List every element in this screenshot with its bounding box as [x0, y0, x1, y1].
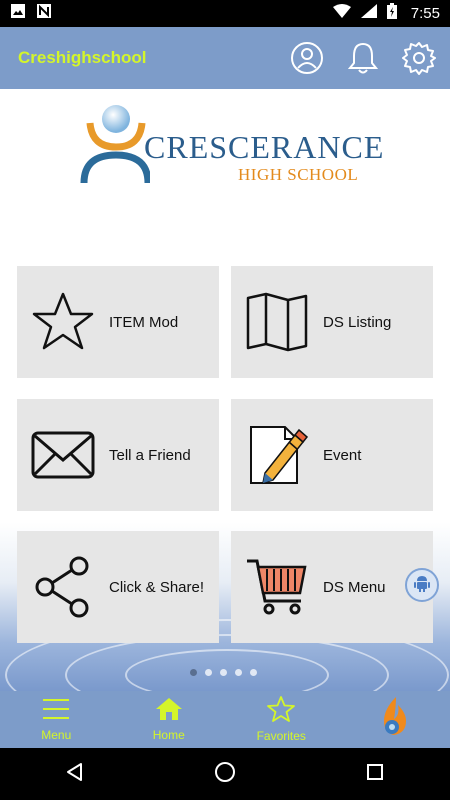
- bell-icon[interactable]: [346, 41, 380, 75]
- logo-name-main: CRESCERANCE: [144, 129, 385, 165]
- cart-icon: [243, 553, 311, 621]
- bottom-nav-menu[interactable]: Menu: [0, 691, 113, 748]
- profile-icon[interactable]: [290, 41, 324, 75]
- bottom-nav-home[interactable]: Home: [113, 691, 226, 748]
- tile-ds-menu[interactable]: DS Menu: [231, 531, 433, 643]
- logo-name-sub: HIGH SCHOOL: [238, 165, 359, 184]
- school-logo: CRESCERANCE HIGH SCHOOL: [80, 103, 383, 187]
- page-dot[interactable]: [190, 669, 197, 676]
- android-fab-button[interactable]: [405, 568, 439, 602]
- page-indicator: [190, 669, 257, 676]
- tile-label: ITEM Mod: [109, 313, 179, 331]
- home-system-button[interactable]: [205, 754, 245, 794]
- home-content: CRESCERANCE HIGH SCHOOL ITEM Mod DS List…: [0, 89, 450, 691]
- bottom-nav-label: Menu: [41, 728, 72, 742]
- page-dot[interactable]: [205, 669, 212, 676]
- brand-drop-icon: [378, 695, 410, 742]
- tile-tell-a-friend[interactable]: Tell a Friend: [17, 399, 219, 511]
- back-triangle-icon: [65, 762, 85, 787]
- tile-label: Event: [323, 446, 362, 464]
- tile-click-share[interactable]: Click & Share!: [17, 531, 219, 643]
- tile-label: Click & Share!: [109, 578, 205, 596]
- envelope-icon: [29, 421, 97, 489]
- wifi-icon: [332, 4, 351, 23]
- bottom-nav-label: Favorites: [256, 729, 306, 743]
- app-header: Creshighschool: [0, 27, 450, 89]
- system-nav-bar: [0, 748, 450, 800]
- image-notification-icon: [10, 3, 26, 24]
- status-time: 7:55: [410, 5, 440, 22]
- home-circle-icon: [214, 761, 236, 788]
- signal-icon: [360, 4, 377, 23]
- share-icon: [29, 553, 97, 621]
- bottom-nav-favorites[interactable]: Favorites: [225, 691, 338, 748]
- page-dot[interactable]: [235, 669, 242, 676]
- bottom-nav: Menu Home Favorites: [0, 691, 450, 748]
- map-icon: [243, 288, 311, 356]
- recents-square-icon: [366, 763, 384, 786]
- tile-ds-listing[interactable]: DS Listing: [231, 266, 433, 378]
- status-bar: 7:55: [0, 0, 450, 27]
- android-icon: [414, 574, 430, 597]
- logo-figure-icon: [80, 105, 150, 184]
- bottom-nav-brand[interactable]: [338, 691, 450, 748]
- pencil-paper-icon: [243, 421, 311, 489]
- tile-label: DS Listing: [323, 313, 392, 331]
- battery-icon: [386, 3, 397, 24]
- tile-event[interactable]: Event: [231, 399, 433, 511]
- app-title: Creshighschool: [18, 48, 147, 67]
- recents-button[interactable]: [355, 754, 395, 794]
- page-dot[interactable]: [220, 669, 227, 676]
- home-icon: [155, 697, 183, 726]
- back-button[interactable]: [55, 754, 95, 794]
- tile-label: DS Menu: [323, 578, 386, 596]
- gear-icon[interactable]: [402, 41, 436, 75]
- tile-label: Tell a Friend: [109, 446, 191, 464]
- page-dot[interactable]: [250, 669, 257, 676]
- tile-item-mod[interactable]: ITEM Mod: [17, 266, 219, 378]
- star-outline-icon: [267, 696, 296, 727]
- n-notification-icon: [36, 3, 52, 24]
- bottom-nav-label: Home: [152, 728, 185, 742]
- star-icon: [29, 288, 97, 356]
- hamburger-icon: [41, 697, 71, 726]
